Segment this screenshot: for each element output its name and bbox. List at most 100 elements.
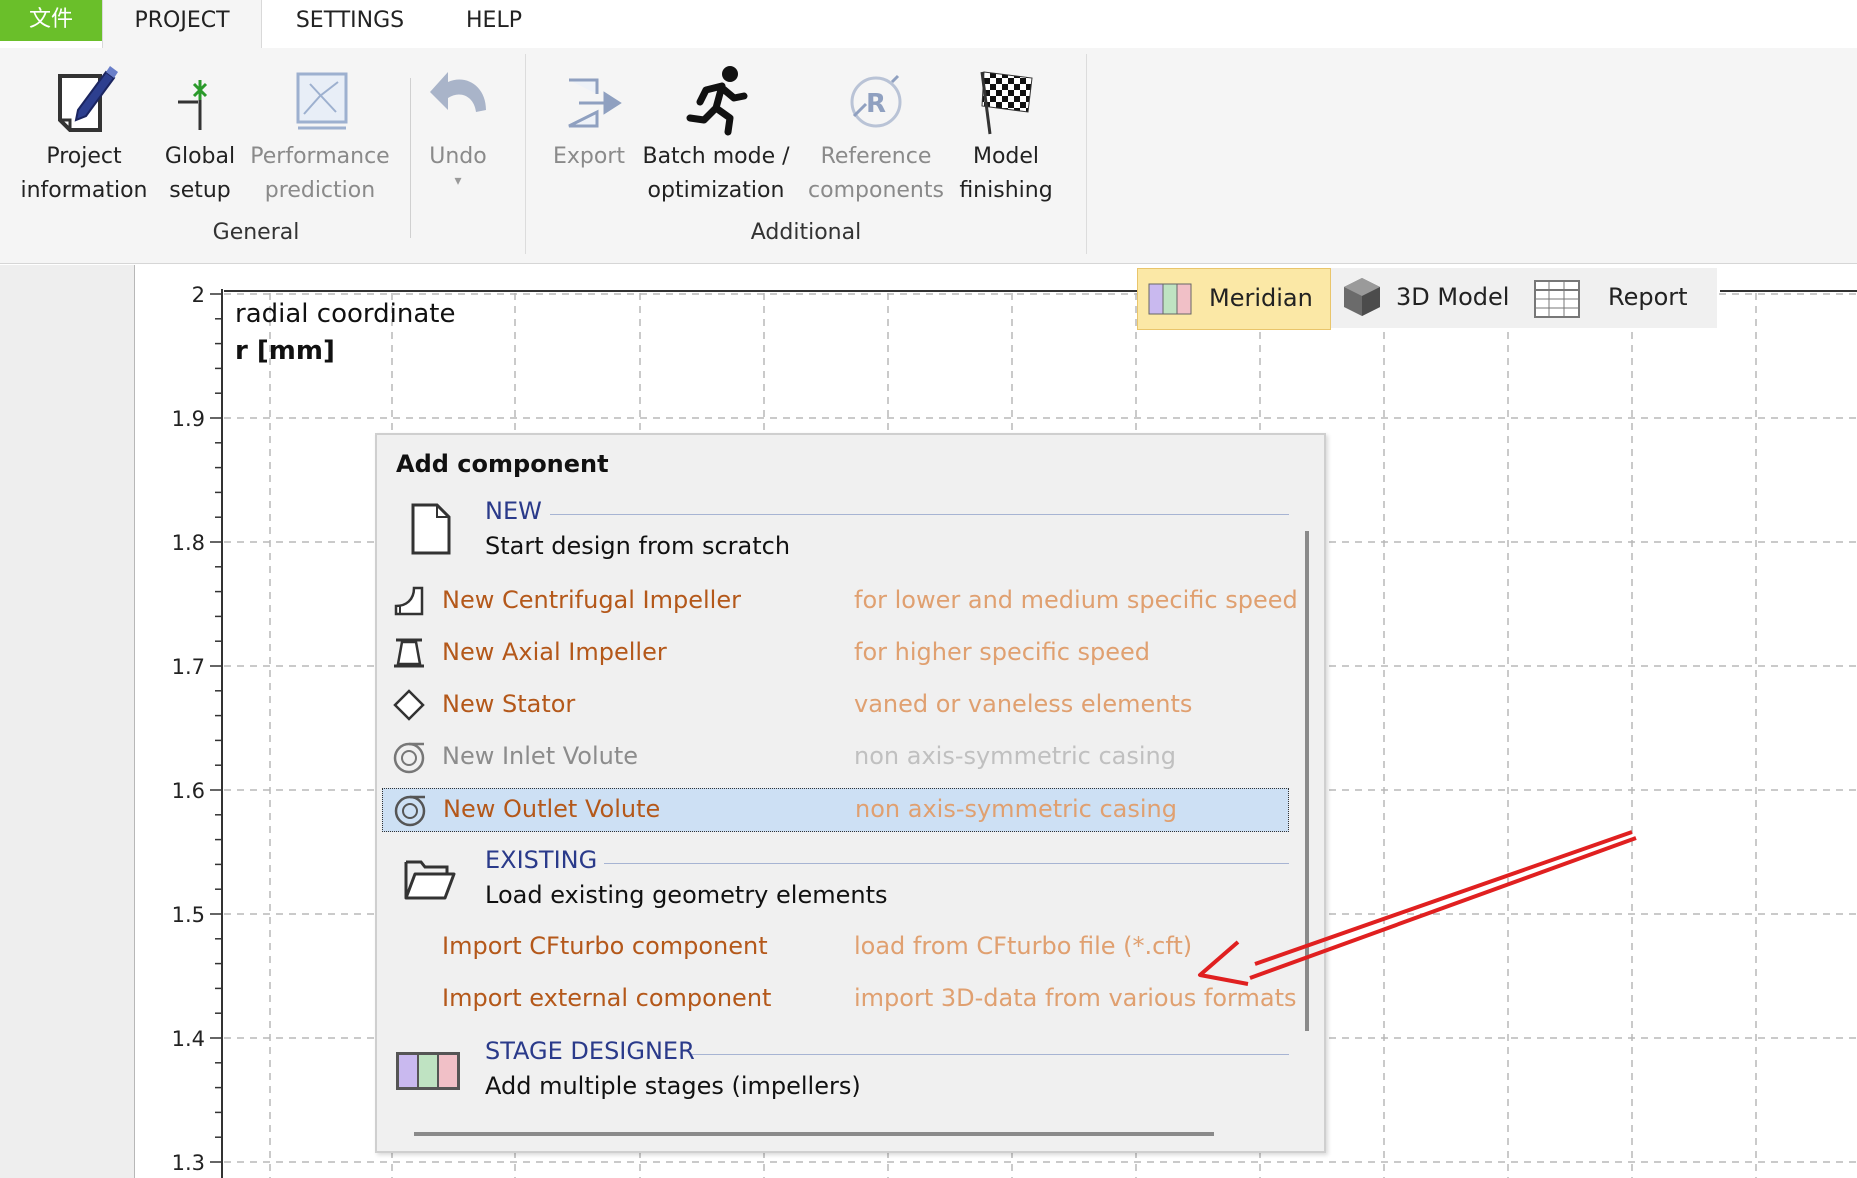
y-tick-label: 1.8 — [172, 531, 205, 555]
centrifugal-impeller-icon — [394, 586, 424, 616]
section-divider — [550, 514, 1289, 515]
item-name: New Axial Impeller — [442, 638, 667, 666]
ribbon: Project information Global setup Perform… — [0, 48, 1857, 264]
item-description: import 3D-data from various formats — [854, 984, 1297, 1012]
item-name: New Centrifugal Impeller — [442, 586, 741, 614]
model-finishing-label: Model finishing — [959, 144, 1053, 203]
axial-impeller-icon — [394, 638, 424, 668]
undo-icon — [430, 72, 486, 112]
performance-prediction-label: Performance prediction — [250, 144, 390, 203]
project-information-button[interactable]: Project information — [12, 60, 156, 208]
performance-prediction-button[interactable]: Performance prediction — [244, 60, 396, 208]
existing-section-subtitle: Load existing geometry elements — [485, 881, 888, 909]
stator-icon — [393, 689, 425, 721]
y-tick-label: 2 — [192, 283, 205, 307]
stage-designer-heading: STAGE DESIGNER — [485, 1037, 695, 1065]
new-section-subtitle: Start design from scratch — [485, 532, 791, 560]
running-person-icon — [686, 66, 748, 136]
new-section[interactable]: NEW Start design from scratch — [377, 497, 1289, 577]
open-folder-icon — [404, 860, 456, 900]
menu-bar: 文件 PROJECT SETTINGS HELP — [0, 0, 1857, 49]
batch-mode-button[interactable]: Batch mode / optimization — [634, 60, 798, 208]
reference-components-button[interactable]: R Reference components — [800, 60, 952, 208]
axis-title: radial coordinate — [235, 299, 455, 329]
tab-help[interactable]: HELP — [440, 0, 548, 48]
y-tick-label: 1.9 — [172, 407, 205, 431]
tab-meridian-label: Meridian — [1209, 284, 1313, 312]
y-tick-label: 1.5 — [172, 903, 205, 927]
tab-report[interactable]: Report — [1527, 268, 1717, 328]
item-description: non axis-symmetric casing — [855, 795, 1177, 823]
undo-button[interactable]: Undo ▾ — [416, 60, 500, 188]
meridian-icon — [1148, 283, 1192, 315]
item-description: for higher specific speed — [854, 638, 1151, 666]
stage-designer-section[interactable]: STAGE DESIGNER Add multiple stages (impe… — [377, 1037, 1289, 1117]
file-menu[interactable]: 文件 — [0, 0, 102, 41]
y-tick-label: 1.7 — [172, 655, 205, 679]
group-label-additional: Additional — [750, 220, 862, 245]
reference-components-icon: R — [850, 74, 902, 128]
menu-item-new-axial-impeller[interactable]: New Axial Impeller for higher specific s… — [382, 632, 1289, 676]
export-button[interactable]: Export — [548, 60, 630, 174]
menu-item-import-cfturbo-component[interactable]: Import CFturbo component load from CFtur… — [382, 926, 1289, 970]
tab-meridian[interactable]: Meridian — [1137, 268, 1331, 330]
table-icon — [1534, 280, 1580, 318]
volute-icon — [393, 742, 425, 774]
item-name: New Stator — [442, 690, 576, 718]
y-tick-label: 1.3 — [172, 1151, 205, 1175]
y-tick-label: 1.6 — [172, 779, 205, 803]
tab-settings[interactable]: SETTINGS — [270, 0, 430, 48]
section-divider — [604, 863, 1289, 864]
project-information-icon — [58, 66, 118, 132]
reference-components-label: Reference components — [808, 144, 944, 203]
checkered-flag-icon — [980, 71, 1033, 135]
undo-label: Undo — [429, 144, 487, 169]
item-description: non axis-symmetric casing — [854, 742, 1176, 770]
export-label: Export — [552, 144, 625, 169]
menu-item-new-centrifugal-impeller[interactable]: New Centrifugal Impeller for lower and m… — [382, 580, 1298, 624]
item-name: Import CFturbo component — [442, 932, 768, 960]
group-label-general: General — [212, 220, 300, 245]
tab-3d-model-label: 3D Model — [1396, 283, 1510, 311]
global-setup-button[interactable]: Global setup — [158, 60, 242, 208]
model-finishing-button[interactable]: Model finishing — [954, 60, 1058, 208]
tab-project[interactable]: PROJECT — [102, 0, 262, 49]
global-setup-icon — [178, 80, 208, 130]
svg-text:R: R — [866, 89, 886, 119]
stage-designer-subtitle: Add multiple stages (impellers) — [485, 1072, 861, 1100]
tab-3d-model[interactable]: 3D Model — [1331, 268, 1527, 328]
performance-prediction-icon — [296, 72, 348, 130]
global-setup-label: Global setup — [164, 144, 236, 203]
item-description: load from CFturbo file (*.cft) — [854, 932, 1193, 960]
y-tick-label: 1.4 — [172, 1027, 205, 1051]
export-icon — [568, 78, 622, 128]
undo-dropdown-chevron-icon[interactable]: ▾ — [416, 174, 500, 188]
new-section-heading: NEW — [485, 497, 542, 525]
item-name: New Inlet Volute — [442, 742, 639, 770]
section-divider — [692, 1054, 1289, 1055]
menu-item-new-stator[interactable]: New Stator vaned or vaneless elements — [382, 684, 1289, 728]
menu-item-import-external-component[interactable]: Import external component import 3D-data… — [382, 978, 1297, 1022]
batch-mode-label: Batch mode / optimization — [642, 144, 790, 203]
vertical-scrollbar[interactable] — [1305, 531, 1309, 1031]
horizontal-scrollbar[interactable] — [414, 1132, 1214, 1136]
ribbon-divider — [410, 78, 411, 238]
stage-designer-icon — [396, 1052, 460, 1090]
axis-unit: r [mm] — [235, 336, 335, 366]
cube-icon — [1344, 278, 1380, 316]
group-separator — [1086, 54, 1087, 254]
item-description: vaned or vaneless elements — [854, 690, 1193, 718]
new-document-icon — [411, 503, 451, 555]
existing-section-heading: EXISTING — [485, 846, 598, 874]
item-name: Import external component — [442, 984, 772, 1012]
menu-item-new-inlet-volute[interactable]: New Inlet Volute non axis-symmetric casi… — [382, 736, 1289, 780]
volute-icon — [394, 795, 426, 827]
project-information-label: Project information — [20, 144, 148, 203]
add-component-dropdown: Add component NEW Start design from scra… — [375, 433, 1326, 1153]
item-description: for lower and medium specific speed — [854, 586, 1298, 614]
menu-item-new-outlet-volute[interactable]: New Outlet Volute non axis-symmetric cas… — [382, 788, 1289, 832]
item-name: New Outlet Volute — [443, 795, 661, 823]
tab-report-label: Report — [1608, 283, 1688, 311]
existing-section[interactable]: EXISTING Load existing geometry elements — [377, 846, 1289, 926]
dropdown-title: Add component — [396, 450, 609, 478]
